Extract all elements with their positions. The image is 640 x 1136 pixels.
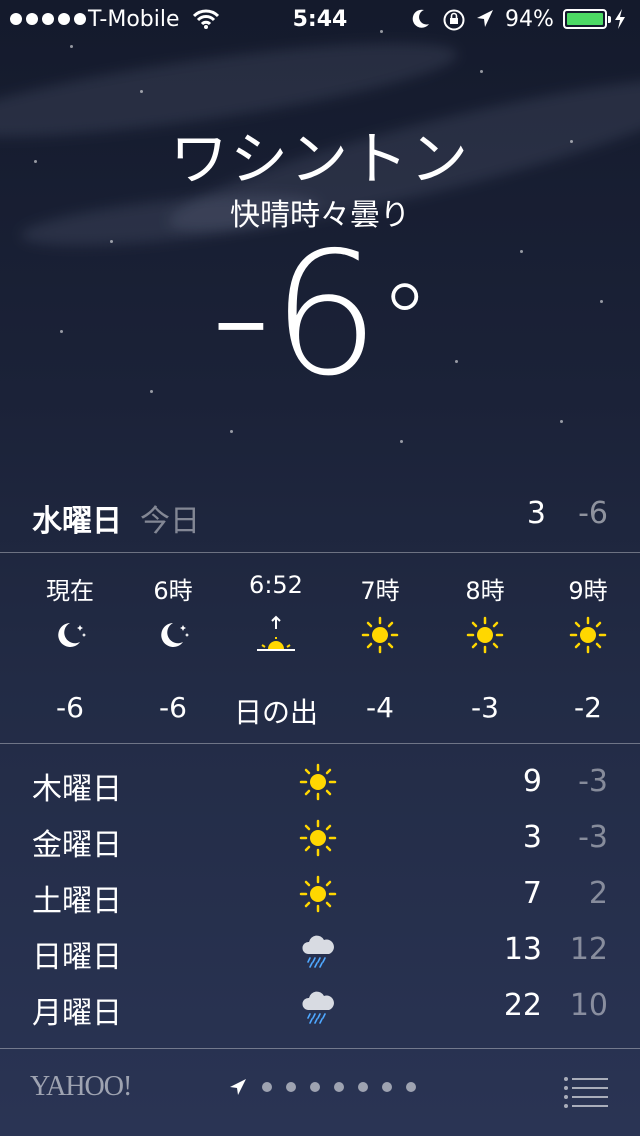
daily-high: 3: [522, 820, 542, 855]
rain-cloud-icon: [302, 991, 334, 1024]
sun-icon: [361, 616, 399, 654]
sun-icon: [299, 875, 337, 913]
status-bar: T-Mobile 5:44 94%: [0, 0, 640, 40]
hourly-item: 9時 -2: [533, 553, 640, 743]
hourly-forecast[interactable]: 現在 -6 6時 -6 6:52 日の出 7時 -4 8時 -3 9時 -2: [0, 553, 640, 743]
divider: [0, 743, 640, 744]
hourly-value: -2: [574, 691, 602, 724]
rotation-lock-icon: [443, 9, 465, 31]
yahoo-logo[interactable]: YAHOO!: [30, 1071, 132, 1103]
do-not-disturb-icon: [412, 9, 429, 28]
location-arrow-icon: [230, 1079, 246, 1095]
city-name: ワシントン: [169, 125, 470, 193]
daily-row: 金曜日 3 -3: [0, 816, 640, 872]
location-arrow-icon: [477, 10, 493, 27]
daily-weekday: 木曜日: [32, 772, 122, 807]
today-weekday: 水曜日: [32, 504, 122, 539]
today-high: 3: [526, 496, 546, 531]
hourly-time: 現在: [46, 577, 94, 605]
daily-low: 10: [569, 988, 608, 1023]
hourly-value: -3: [471, 691, 499, 724]
battery-icon: [563, 9, 611, 29]
hourly-item: 8時 -3: [430, 553, 540, 743]
page-indicator[interactable]: [228, 1077, 416, 1097]
page-dot: [310, 1082, 320, 1092]
daily-low: -3: [578, 820, 608, 855]
hourly-item: 現在 -6: [15, 553, 125, 743]
daily-low: 12: [569, 932, 608, 967]
hourly-item: 7時 -4: [325, 553, 435, 743]
page-dot: [382, 1082, 392, 1092]
sunrise-icon: [257, 615, 295, 651]
page-dot: [406, 1082, 416, 1092]
daily-high: 7: [522, 876, 542, 911]
today-label: 今日: [140, 504, 200, 539]
page-dot: [286, 1082, 296, 1092]
daily-row: 日曜日 13 12: [0, 928, 640, 984]
daily-high: 9: [522, 764, 542, 799]
daily-high: 22: [503, 988, 542, 1023]
sun-icon: [299, 819, 337, 857]
hourly-value: -4: [366, 691, 394, 724]
sun-icon: [466, 616, 504, 654]
hourly-value: -6: [159, 691, 187, 724]
rain-cloud-icon: [302, 935, 334, 968]
hourly-time: 8時: [465, 577, 505, 605]
sun-icon: [299, 763, 337, 801]
daily-weekday: 日曜日: [32, 940, 122, 975]
sun-icon: [569, 616, 607, 654]
hourly-value: 日の出: [233, 696, 318, 729]
current-temperature-value: -6: [210, 216, 380, 414]
hourly-item: 6時 -6: [118, 553, 228, 743]
daily-row: 木曜日 9 -3: [0, 760, 640, 816]
hourly-time: 6:52: [249, 571, 303, 599]
page-dot: [262, 1082, 272, 1092]
hourly-time: 6時: [153, 577, 193, 605]
daily-weekday: 金曜日: [32, 828, 122, 863]
page-dot: [334, 1082, 344, 1092]
daily-weekday: 土曜日: [32, 884, 122, 919]
battery-percent: 94%: [505, 7, 554, 32]
moon-stars-icon: [58, 623, 86, 647]
moon-stars-icon: [161, 623, 189, 647]
daily-low: -3: [578, 764, 608, 799]
daily-row: 月曜日 22 10: [0, 984, 640, 1040]
degree-symbol: °: [379, 262, 430, 379]
list-icon[interactable]: [563, 1075, 609, 1109]
page-dot: [358, 1082, 368, 1092]
charging-bolt-icon: [615, 9, 625, 29]
footer-bar: YAHOO!: [0, 1049, 640, 1136]
hourly-time: 9時: [568, 577, 608, 605]
hourly-item: 6:52 日の出: [221, 553, 331, 743]
daily-high: 13: [503, 932, 542, 967]
daily-row: 土曜日 7 2: [0, 872, 640, 928]
hourly-value: -6: [56, 691, 84, 724]
daily-weekday: 月曜日: [32, 996, 122, 1031]
daily-low: 2: [588, 876, 608, 911]
today-summary-row: 水曜日 今日 3 -6: [0, 496, 640, 539]
hourly-time: 7時: [360, 577, 400, 605]
today-low: -6: [578, 496, 608, 531]
current-temperature: -6°: [0, 230, 640, 400]
